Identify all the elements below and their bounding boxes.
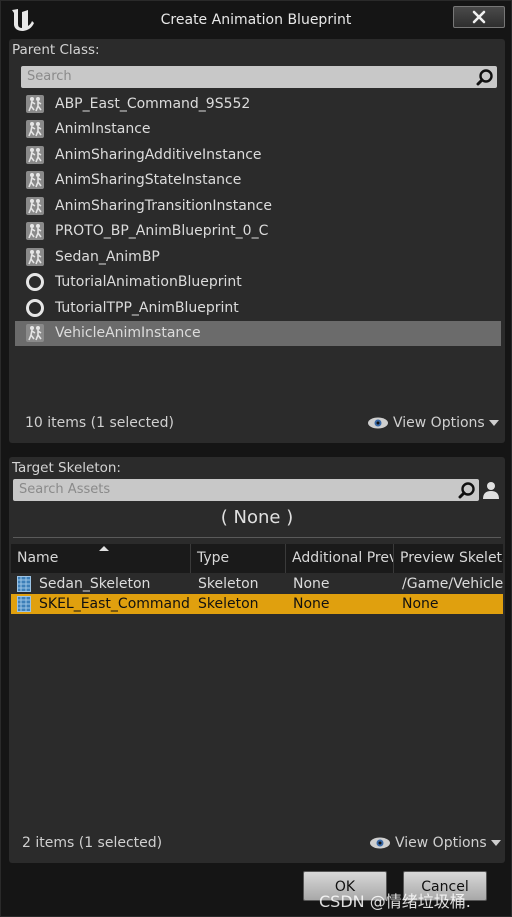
cell-name-label: Sedan_Skeleton bbox=[39, 576, 151, 592]
column-header-additional-preview[interactable]: Additional Prev bbox=[286, 544, 394, 573]
close-button[interactable] bbox=[453, 6, 505, 28]
anim-blueprint-icon bbox=[26, 196, 44, 215]
user-filter-icon[interactable] bbox=[482, 481, 500, 499]
circle-icon bbox=[26, 298, 44, 317]
list-item-label: Sedan_AnimBP bbox=[55, 248, 160, 265]
list-item[interactable]: AnimSharingTransitionInstance bbox=[15, 193, 501, 219]
anim-blueprint-icon bbox=[26, 222, 44, 241]
selected-skeleton-display: ( None ) bbox=[220, 507, 294, 528]
window-title: Create Animation Blueprint bbox=[160, 12, 352, 28]
search-placeholder: Search Assets bbox=[19, 482, 111, 497]
chevron-down-icon bbox=[490, 840, 501, 846]
list-item-label: VehicleAnimInstance bbox=[55, 325, 201, 342]
cell-additional: None bbox=[293, 596, 330, 612]
list-item-label: AnimSharingTransitionInstance bbox=[55, 197, 272, 214]
title-bar[interactable]: Create Animation Blueprint bbox=[1, 1, 511, 39]
eye-icon bbox=[368, 417, 388, 429]
target-skeleton-view-options[interactable]: View Options bbox=[369, 835, 505, 851]
parent-class-label: Parent Class: bbox=[12, 42, 100, 58]
cell-type: Skeleton bbox=[198, 576, 259, 592]
chevron-down-icon bbox=[488, 420, 499, 426]
parent-class-view-options[interactable]: View Options bbox=[367, 415, 503, 431]
skeleton-table-header: Name Type Additional Prev Preview Skelet… bbox=[11, 544, 503, 573]
target-skeleton-label: Target Skeleton: bbox=[12, 460, 121, 476]
list-item-label: TutorialTPP_AnimBlueprint bbox=[55, 299, 239, 316]
list-item[interactable]: AnimSharingAdditiveInstance bbox=[15, 142, 501, 168]
list-item[interactable]: PROTO_BP_AnimBlueprint_0_C bbox=[15, 219, 501, 245]
eye-icon bbox=[370, 837, 390, 849]
cell-preview: None bbox=[402, 596, 439, 612]
cell-type: Skeleton bbox=[198, 596, 259, 612]
list-item-label: AnimSharingAdditiveInstance bbox=[55, 146, 262, 163]
view-options-label: View Options bbox=[395, 835, 487, 851]
close-icon bbox=[472, 10, 486, 24]
parent-class-list: ABP_East_Command_9S552 AnimInstance Anim… bbox=[15, 91, 501, 346]
list-item[interactable]: AnimSharingStateInstance bbox=[15, 168, 501, 194]
list-item-selected[interactable]: VehicleAnimInstance bbox=[15, 320, 501, 346]
circle-icon bbox=[26, 273, 44, 292]
list-item[interactable]: Sedan_AnimBP bbox=[15, 244, 501, 270]
anim-blueprint-icon bbox=[26, 145, 44, 164]
skeleton-asset-icon bbox=[17, 576, 31, 592]
cell-additional: None bbox=[293, 576, 330, 592]
list-item-label: AnimInstance bbox=[55, 121, 151, 138]
cell-preview: /Game/Vehicle bbox=[402, 576, 503, 592]
anim-blueprint-icon bbox=[26, 171, 44, 190]
cell-name: Sedan_Skeleton bbox=[11, 574, 196, 594]
search-icon[interactable] bbox=[457, 481, 477, 499]
cell-name: SKEL_East_Command bbox=[11, 594, 196, 614]
list-item-label: PROTO_BP_AnimBlueprint_0_C bbox=[55, 223, 269, 240]
column-header-label: Name bbox=[17, 550, 59, 566]
anim-blueprint-icon bbox=[26, 120, 44, 139]
anim-blueprint-icon bbox=[26, 247, 44, 266]
column-header-name[interactable]: Name bbox=[11, 544, 191, 573]
target-skeleton-status: 2 items (1 selected) bbox=[22, 835, 163, 851]
list-item-label: AnimSharingStateInstance bbox=[55, 172, 242, 189]
parent-class-panel: Parent Class: Search ABP_East_Command_9S… bbox=[9, 39, 505, 443]
divider bbox=[13, 537, 501, 538]
column-header-preview-skeleton[interactable]: Preview Skeleta bbox=[394, 544, 503, 573]
watermark: CSDN @情绪垃圾桶. bbox=[319, 892, 471, 911]
anim-blueprint-icon bbox=[26, 94, 44, 113]
parent-class-status: 10 items (1 selected) bbox=[25, 415, 175, 431]
list-item-label: ABP_East_Command_9S552 bbox=[55, 95, 251, 112]
search-placeholder: Search bbox=[27, 69, 72, 84]
skeleton-asset-icon bbox=[17, 596, 31, 612]
skeleton-search-input[interactable]: Search Assets bbox=[13, 479, 479, 501]
column-header-label: Preview Skeleta bbox=[400, 550, 503, 566]
create-animation-blueprint-dialog: Create Animation Blueprint Parent Class:… bbox=[0, 0, 512, 917]
table-row-selected[interactable]: SKEL_East_Command Skeleton None None bbox=[11, 594, 503, 614]
table-row[interactable]: Sedan_Skeleton Skeleton None /Game/Vehic… bbox=[11, 574, 503, 594]
list-item[interactable]: AnimInstance bbox=[15, 117, 501, 143]
anim-blueprint-icon bbox=[26, 324, 44, 343]
list-item[interactable]: TutorialAnimationBlueprint bbox=[15, 270, 501, 296]
search-icon[interactable] bbox=[475, 68, 495, 86]
list-item[interactable]: ABP_East_Command_9S552 bbox=[15, 91, 501, 117]
parent-class-search-input[interactable]: Search bbox=[21, 66, 497, 88]
sort-ascending-icon bbox=[99, 546, 109, 551]
column-header-type[interactable]: Type bbox=[191, 544, 286, 573]
target-skeleton-panel: Target Skeleton: Search Assets ( None ) … bbox=[9, 457, 505, 863]
view-options-label: View Options bbox=[393, 415, 485, 431]
column-header-label: Additional Prev bbox=[292, 550, 394, 566]
list-item[interactable]: TutorialTPP_AnimBlueprint bbox=[15, 295, 501, 321]
column-header-label: Type bbox=[197, 550, 230, 566]
list-item-label: TutorialAnimationBlueprint bbox=[55, 274, 242, 291]
cell-name-label: SKEL_East_Command bbox=[39, 596, 190, 612]
